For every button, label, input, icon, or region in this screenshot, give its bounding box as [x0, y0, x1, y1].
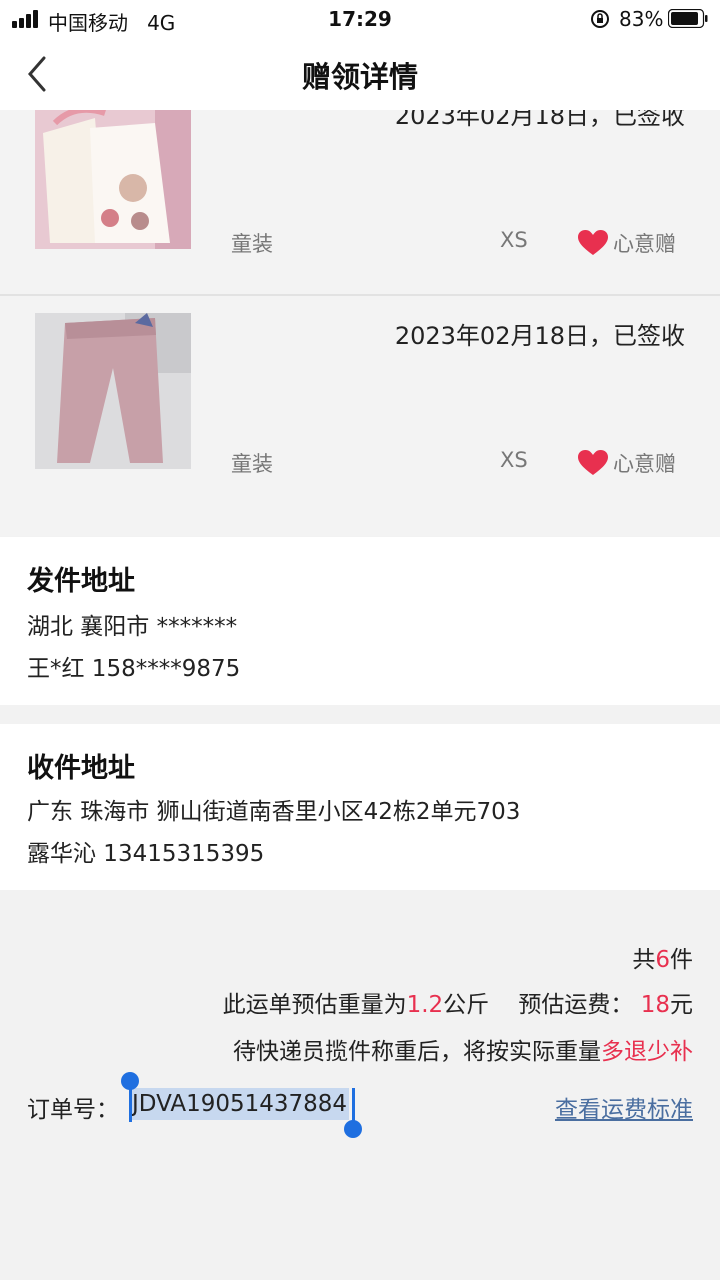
- estimated-weight: 1.2: [406, 992, 444, 1018]
- item-category: 童装: [231, 232, 273, 256]
- heart-icon: [578, 230, 608, 255]
- status-time: 17:29: [328, 7, 392, 31]
- receiver-address-card: 收件地址 广东 珠海市 狮山街道南香里小区42栋2单元703 露华沁 13415…: [0, 724, 720, 890]
- estimate-line: 此运单预估重量为1.2公斤 预估运费： 18元: [222, 992, 693, 1018]
- sender-contact: 王*红 158****9875: [27, 656, 241, 682]
- battery-icon: [668, 9, 708, 28]
- status-bar: 中国移动 4G 17:29 83%: [0, 0, 720, 40]
- receiver-contact: 露华沁 13415315395: [27, 841, 265, 867]
- page-title: 赠领详情: [301, 60, 418, 94]
- sender-address: 湖北 襄阳市 *******: [27, 614, 238, 640]
- item-category: 童装: [231, 452, 273, 476]
- fee-standard-link[interactable]: 查看运费标准: [555, 1090, 693, 1124]
- item-size: XS: [500, 448, 528, 472]
- battery-percent: 83%: [619, 7, 664, 31]
- order-number-label: 订单号：: [27, 1097, 119, 1123]
- list-item[interactable]: 2023年02月18日，已签收 童装 XS 心意赠: [0, 296, 720, 536]
- order-number-selected-text[interactable]: JDVA19051437884: [130, 1088, 350, 1120]
- estimated-fee: 18: [640, 992, 670, 1018]
- rotation-lock-icon: [591, 10, 609, 28]
- selection-start-knob[interactable]: [121, 1072, 139, 1090]
- item-tag: 心意赠: [613, 452, 676, 476]
- pink-pants-photo: [35, 313, 191, 469]
- item-count: 共6件: [632, 947, 693, 973]
- selection-end-knob[interactable]: [344, 1120, 362, 1138]
- item-date-status: 2023年02月18日，已签收: [394, 322, 685, 350]
- nav-bar: 赠领详情: [0, 40, 720, 110]
- receiver-address: 广东 珠海市 狮山街道南香里小区42栋2单元703: [27, 799, 521, 825]
- baby-clothes-set-photo: [35, 93, 191, 249]
- item-size: XS: [500, 228, 528, 252]
- heart-icon: [578, 450, 608, 475]
- item-tag: 心意赠: [613, 232, 676, 256]
- receiver-title: 收件地址: [27, 753, 135, 784]
- sender-address-card: 发件地址 湖北 襄阳市 ******* 王*红 158****9875: [0, 537, 720, 705]
- weight-note: 待快递员揽件称重后，将按实际重量多退少补: [233, 1039, 693, 1065]
- sender-title: 发件地址: [27, 566, 135, 597]
